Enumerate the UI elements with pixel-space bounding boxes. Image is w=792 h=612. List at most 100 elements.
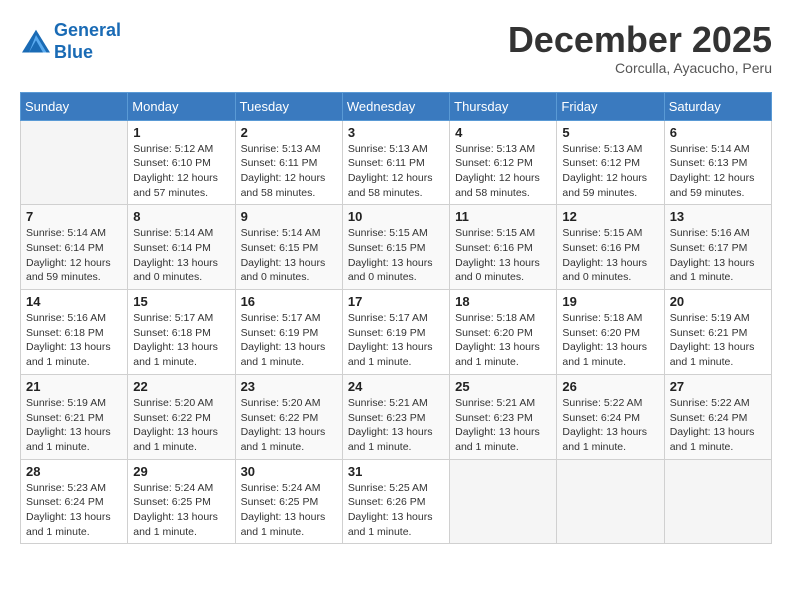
calendar-cell: 5Sunrise: 5:13 AMSunset: 6:12 PMDaylight… xyxy=(557,120,664,205)
day-number: 26 xyxy=(562,379,658,394)
day-number: 15 xyxy=(133,294,229,309)
calendar-cell: 11 Sunrise: 5:15 AMSunset: 6:16 PMDayligh… xyxy=(450,205,557,290)
calendar-cell: 31 Sunrise: 5:25 AMSunset: 6:26 PMDayligh… xyxy=(342,459,449,544)
day-number: 16 xyxy=(241,294,337,309)
day-info: Sunrise: 5:22 AMSunset: 6:24 PMDaylight:… xyxy=(562,396,658,455)
day-number: 10 xyxy=(348,209,444,224)
day-number: 24 xyxy=(348,379,444,394)
day-info: Sunrise: 5:25 AMSunset: 6:26 PMDaylight:… xyxy=(348,481,444,540)
day-info: Sunrise: 5:15 AMSunset: 6:16 PMDaylight:… xyxy=(562,226,658,285)
day-info: Sunrise: 5:14 AMSunset: 6:13 PMDaylight:… xyxy=(670,142,766,201)
day-info: Sunrise: 5:17 AMSunset: 6:18 PMDaylight:… xyxy=(133,311,229,370)
day-number: 22 xyxy=(133,379,229,394)
day-info: Sunrise: 5:18 AMSunset: 6:20 PMDaylight:… xyxy=(455,311,551,370)
calendar-cell: 6 Sunrise: 5:14 AMSunset: 6:13 PMDaylight… xyxy=(664,120,771,205)
location-subtitle: Corculla, Ayacucho, Peru xyxy=(508,60,772,76)
logo-line2: Blue xyxy=(54,42,93,62)
calendar-week-row: 28 Sunrise: 5:23 AMSunset: 6:24 PMDayligh… xyxy=(21,459,772,544)
day-info: Sunrise: 5:13 AMSunset: 6:11 PMDaylight:… xyxy=(348,142,444,201)
calendar-cell: 24 Sunrise: 5:21 AMSunset: 6:23 PMDayligh… xyxy=(342,374,449,459)
calendar-cell: 17 Sunrise: 5:17 AMSunset: 6:19 PMDayligh… xyxy=(342,290,449,375)
calendar-cell: 3 Sunrise: 5:13 AMSunset: 6:11 PMDaylight… xyxy=(342,120,449,205)
day-info: Sunrise: 5:21 AMSunset: 6:23 PMDaylight:… xyxy=(455,396,551,455)
calendar-week-row: 21 Sunrise: 5:19 AMSunset: 6:21 PMDayligh… xyxy=(21,374,772,459)
calendar-cell: 4 Sunrise: 5:13 AMSunset: 6:12 PMDaylight… xyxy=(450,120,557,205)
day-info: Sunrise: 5:14 AMSunset: 6:14 PMDaylight:… xyxy=(133,226,229,285)
calendar-cell: 18 Sunrise: 5:18 AMSunset: 6:20 PMDayligh… xyxy=(450,290,557,375)
day-info: Sunrise: 5:13 AMSunset: 6:12 PMDaylight:… xyxy=(455,142,551,201)
calendar-cell xyxy=(21,120,128,205)
calendar-cell: 26 Sunrise: 5:22 AMSunset: 6:24 PMDayligh… xyxy=(557,374,664,459)
day-info: Sunrise: 5:23 AMSunset: 6:24 PMDaylight:… xyxy=(26,481,122,540)
calendar-week-row: 1 Sunrise: 5:12 AMSunset: 6:10 PMDaylight… xyxy=(21,120,772,205)
day-number: 14 xyxy=(26,294,122,309)
day-info: Sunrise: 5:15 AMSunset: 6:16 PMDaylight:… xyxy=(455,226,551,285)
day-number: 29 xyxy=(133,464,229,479)
calendar-cell: 10 Sunrise: 5:15 AMSunset: 6:15 PMDayligh… xyxy=(342,205,449,290)
day-number: 18 xyxy=(455,294,551,309)
day-number: 21 xyxy=(26,379,122,394)
day-info: Sunrise: 5:20 AMSunset: 6:22 PMDaylight:… xyxy=(241,396,337,455)
calendar-cell: 19Sunrise: 5:18 AMSunset: 6:20 PMDayligh… xyxy=(557,290,664,375)
day-number: 27 xyxy=(670,379,766,394)
calendar-cell: 28 Sunrise: 5:23 AMSunset: 6:24 PMDayligh… xyxy=(21,459,128,544)
weekday-header-wednesday: Wednesday xyxy=(342,92,449,120)
calendar-cell: 16 Sunrise: 5:17 AMSunset: 6:19 PMDayligh… xyxy=(235,290,342,375)
day-number: 11 xyxy=(455,209,551,224)
day-info: Sunrise: 5:17 AMSunset: 6:19 PMDaylight:… xyxy=(241,311,337,370)
day-info: Sunrise: 5:18 AMSunset: 6:20 PMDaylight:… xyxy=(562,311,658,370)
weekday-header-friday: Friday xyxy=(557,92,664,120)
calendar-cell: 21 Sunrise: 5:19 AMSunset: 6:21 PMDayligh… xyxy=(21,374,128,459)
day-info: Sunrise: 5:24 AMSunset: 6:25 PMDaylight:… xyxy=(133,481,229,540)
title-block: December 2025 Corculla, Ayacucho, Peru xyxy=(508,20,772,76)
weekday-header-thursday: Thursday xyxy=(450,92,557,120)
calendar-cell: 15 Sunrise: 5:17 AMSunset: 6:18 PMDayligh… xyxy=(128,290,235,375)
calendar-cell: 30Sunrise: 5:24 AMSunset: 6:25 PMDayligh… xyxy=(235,459,342,544)
weekday-header-row: SundayMondayTuesdayWednesdayThursdayFrid… xyxy=(21,92,772,120)
calendar-week-row: 14Sunrise: 5:16 AMSunset: 6:18 PMDayligh… xyxy=(21,290,772,375)
weekday-header-tuesday: Tuesday xyxy=(235,92,342,120)
calendar-cell: 9Sunrise: 5:14 AMSunset: 6:15 PMDaylight… xyxy=(235,205,342,290)
day-info: Sunrise: 5:21 AMSunset: 6:23 PMDaylight:… xyxy=(348,396,444,455)
calendar-cell: 7Sunrise: 5:14 AMSunset: 6:14 PMDaylight… xyxy=(21,205,128,290)
logo-icon xyxy=(20,28,52,56)
day-number: 1 xyxy=(133,125,229,140)
month-title: December 2025 xyxy=(508,20,772,60)
day-number: 31 xyxy=(348,464,444,479)
calendar-cell: 13Sunrise: 5:16 AMSunset: 6:17 PMDayligh… xyxy=(664,205,771,290)
day-number: 28 xyxy=(26,464,122,479)
calendar-cell: 23 Sunrise: 5:20 AMSunset: 6:22 PMDayligh… xyxy=(235,374,342,459)
calendar-cell: 8 Sunrise: 5:14 AMSunset: 6:14 PMDaylight… xyxy=(128,205,235,290)
day-number: 12 xyxy=(562,209,658,224)
day-info: Sunrise: 5:17 AMSunset: 6:19 PMDaylight:… xyxy=(348,311,444,370)
weekday-header-saturday: Saturday xyxy=(664,92,771,120)
day-info: Sunrise: 5:14 AMSunset: 6:14 PMDaylight:… xyxy=(26,226,122,285)
calendar-week-row: 7Sunrise: 5:14 AMSunset: 6:14 PMDaylight… xyxy=(21,205,772,290)
day-info: Sunrise: 5:20 AMSunset: 6:22 PMDaylight:… xyxy=(133,396,229,455)
day-info: Sunrise: 5:12 AMSunset: 6:10 PMDaylight:… xyxy=(133,142,229,201)
calendar-cell: 1 Sunrise: 5:12 AMSunset: 6:10 PMDaylight… xyxy=(128,120,235,205)
logo: General Blue xyxy=(20,20,121,63)
day-number: 4 xyxy=(455,125,551,140)
day-info: Sunrise: 5:15 AMSunset: 6:15 PMDaylight:… xyxy=(348,226,444,285)
day-number: 3 xyxy=(348,125,444,140)
day-number: 6 xyxy=(670,125,766,140)
day-number: 2 xyxy=(241,125,337,140)
calendar-cell: 25Sunrise: 5:21 AMSunset: 6:23 PMDayligh… xyxy=(450,374,557,459)
weekday-header-sunday: Sunday xyxy=(21,92,128,120)
page-header: General Blue December 2025 Corculla, Aya… xyxy=(20,20,772,76)
day-info: Sunrise: 5:24 AMSunset: 6:25 PMDaylight:… xyxy=(241,481,337,540)
day-info: Sunrise: 5:13 AMSunset: 6:11 PMDaylight:… xyxy=(241,142,337,201)
calendar-cell xyxy=(664,459,771,544)
day-info: Sunrise: 5:19 AMSunset: 6:21 PMDaylight:… xyxy=(26,396,122,455)
calendar-cell xyxy=(450,459,557,544)
day-number: 17 xyxy=(348,294,444,309)
calendar-cell: 20Sunrise: 5:19 AMSunset: 6:21 PMDayligh… xyxy=(664,290,771,375)
day-number: 8 xyxy=(133,209,229,224)
calendar-cell: 27Sunrise: 5:22 AMSunset: 6:24 PMDayligh… xyxy=(664,374,771,459)
day-number: 5 xyxy=(562,125,658,140)
logo-text: General Blue xyxy=(54,20,121,63)
calendar-table: SundayMondayTuesdayWednesdayThursdayFrid… xyxy=(20,92,772,545)
day-number: 23 xyxy=(241,379,337,394)
day-info: Sunrise: 5:16 AMSunset: 6:17 PMDaylight:… xyxy=(670,226,766,285)
